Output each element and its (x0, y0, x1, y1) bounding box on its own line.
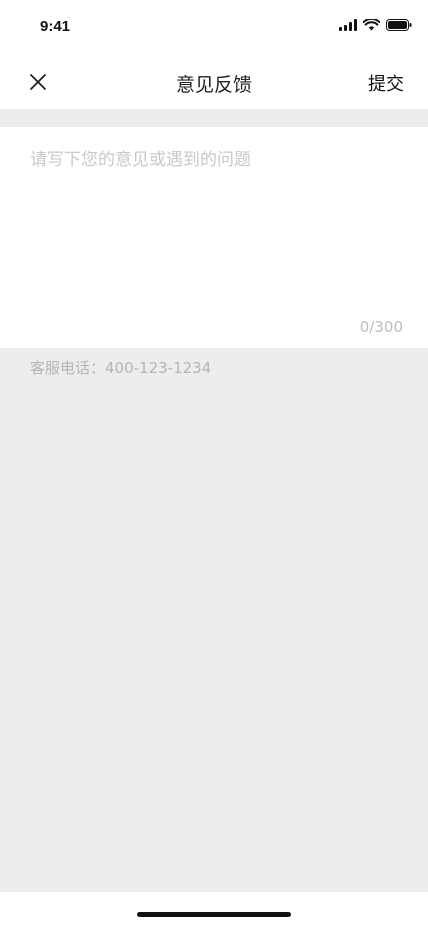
home-bar (0, 892, 428, 926)
home-indicator[interactable] (137, 912, 291, 917)
wifi-icon (362, 16, 381, 35)
status-bar: 9:41 (0, 0, 428, 54)
status-time: 9:41 (40, 18, 71, 35)
nav-bar: 意见反馈 提交 (0, 54, 428, 109)
battery-icon (386, 16, 412, 35)
signal-bars-icon (339, 16, 357, 35)
section-gap (0, 109, 428, 127)
page-title: 意见反馈 (175, 74, 252, 96)
submit-button[interactable]: 提交 (368, 70, 404, 96)
status-icons (339, 16, 412, 35)
char-count: 0/300 (359, 318, 403, 336)
customer-service-phone: 客服电话：400-123-1234 (30, 359, 212, 377)
feedback-card: 0/300 (0, 127, 428, 348)
feedback-textarea[interactable] (30, 145, 400, 305)
